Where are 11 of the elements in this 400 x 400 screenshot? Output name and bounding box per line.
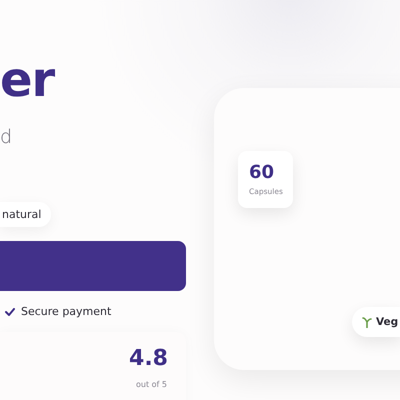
rating-scale: out of 5 [136, 380, 168, 389]
capsule-count: 60 [249, 163, 276, 183]
feature-badge: natural [0, 202, 52, 227]
check-icon [5, 308, 15, 316]
hero-heading: er [0, 52, 56, 108]
cta-button[interactable] [0, 241, 186, 291]
rating-score: 4.8 [129, 346, 168, 372]
hero-subtitle: d [0, 126, 14, 148]
sprout-icon [362, 316, 372, 328]
secure-payment-text: Secure payment [21, 305, 112, 318]
vegan-tag-text: Veg [376, 316, 398, 328]
